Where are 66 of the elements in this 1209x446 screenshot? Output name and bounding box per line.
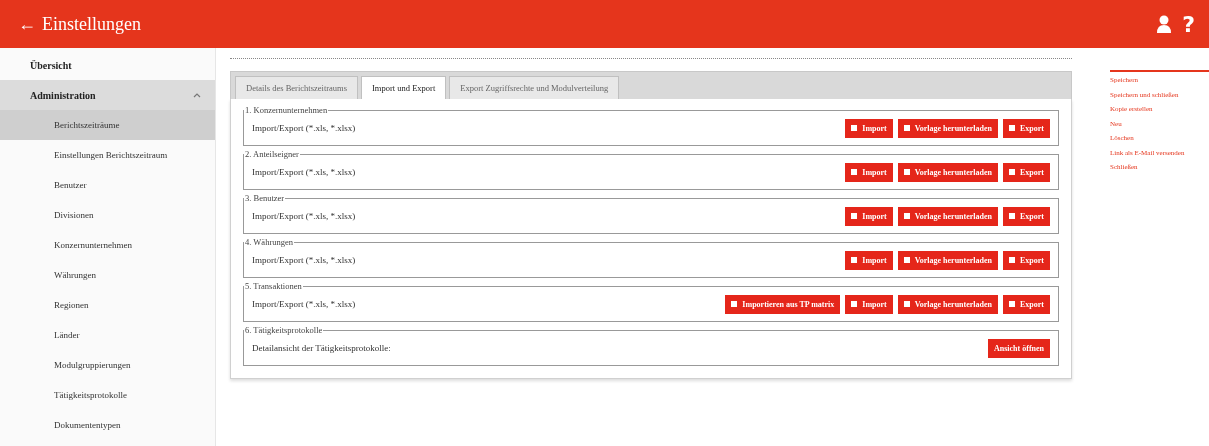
square-icon [1009,213,1015,219]
action-button[interactable]: Vorlage herunterladen [897,162,998,182]
square-icon [851,301,858,307]
section-title: 3. Benutzer [244,193,286,203]
action-button[interactable]: Import [845,294,893,314]
square-icon [731,301,738,307]
sidebar-item[interactable]: Währungen [0,260,215,290]
section-description: Import/Export (*.xls, *.xlsx) [252,299,356,309]
page-title: Einstellungen [42,13,141,35]
sidebar-item[interactable]: Regionen [0,290,215,320]
square-icon [903,213,910,219]
sidebar-item[interactable]: Länder [0,320,215,350]
sidebar-item[interactable]: Divisionen [0,200,215,230]
square-icon [851,257,858,263]
section-title: 1. Konzernunternehmen [244,105,329,115]
sidebar-item[interactable]: Dokumententypen [0,410,215,440]
action-button[interactable]: Import [845,250,893,270]
action-button[interactable]: Vorlage herunterladen [897,294,998,314]
section-description: Import/Export (*.xls, *.xlsx) [252,211,356,221]
section-title: 4. Währungen [244,237,294,247]
section-description: Detailansicht der Tätigkeitsprotokolle: [252,343,391,353]
action-button[interactable]: Ansicht öffnen [988,338,1050,358]
sidebar-item[interactable]: Modulgruppierungen [0,350,215,380]
action-button[interactable]: Export [1003,118,1050,138]
square-icon [851,213,858,219]
sidebar-item[interactable]: Einstellungen Berichtszeitraum [0,140,215,170]
square-icon [1009,169,1015,175]
square-icon [851,125,858,131]
action-button[interactable]: Export [1003,206,1050,226]
action-button[interactable]: Importieren aus TP matrix [725,294,841,314]
action-button[interactable]: Export [1003,250,1050,270]
help-icon[interactable]: ? [1182,11,1195,37]
tab[interactable]: Import und Export [361,76,447,99]
square-icon [1009,301,1015,307]
square-icon [903,301,910,307]
back-arrow-icon[interactable]: ← [18,13,36,35]
section-title: 5. Transaktionen [244,281,303,291]
sidebar-item[interactable]: Benutzer [0,170,215,200]
sidebar-item[interactable]: Konzernunternehmen [0,230,215,260]
square-icon [851,169,858,175]
action-button[interactable]: Vorlage herunterladen [897,250,998,270]
action-button[interactable]: Import [845,162,893,182]
square-icon [1009,125,1015,131]
square-icon [903,169,910,175]
tab[interactable]: Export Zugriffsrechte und Modulverteilung [449,76,620,99]
action-button[interactable]: Export [1003,294,1050,314]
sidebar-item[interactable]: Tätigkeitsprotokolle [0,380,215,410]
square-icon [903,125,910,131]
sidebar-item[interactable]: Administration [0,80,215,110]
chevron-icon[interactable] [193,92,201,98]
tab[interactable]: Details des Berichtszeitraums [235,76,359,99]
section-description: Import/Export (*.xls, *.xlsx) [252,255,356,265]
action-button[interactable]: Export [1003,162,1050,182]
section-title: 6. Tätigkeitsprotokolle [244,325,324,335]
action-button[interactable]: Import [845,118,893,138]
sidebar-item[interactable]: Übersicht [0,50,215,80]
action-button[interactable]: Vorlage herunterladen [897,206,998,226]
section-description: Import/Export (*.xls, *.xlsx) [252,167,356,177]
sidebar-item[interactable]: Berichtszeiträume [0,110,215,140]
section-title: 2. Anteilseigner [244,149,300,159]
user-icon[interactable] [1156,15,1173,33]
square-icon [1009,257,1015,263]
action-button[interactable]: Import [845,206,893,226]
action-button[interactable]: Vorlage herunterladen [897,118,998,138]
section-description: Import/Export (*.xls, *.xlsx) [252,123,356,133]
square-icon [903,257,910,263]
